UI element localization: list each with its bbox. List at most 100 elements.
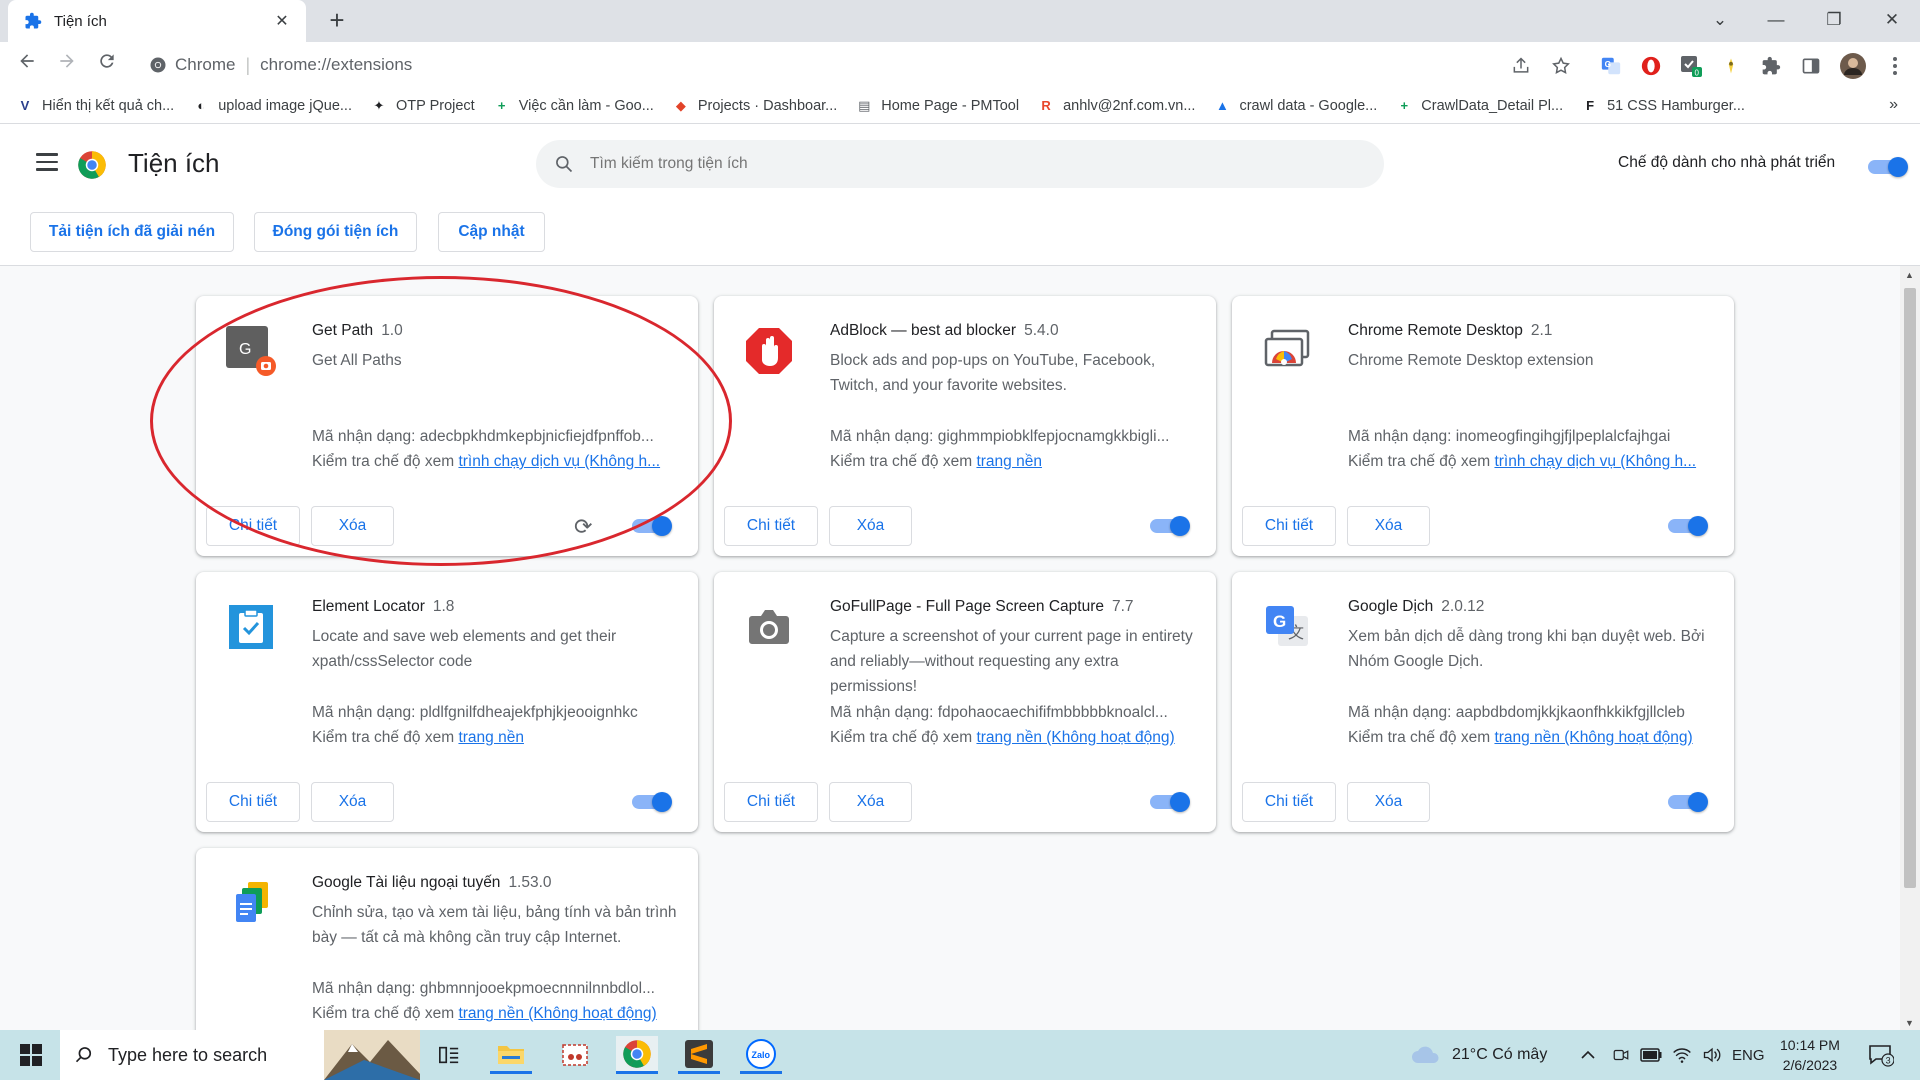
details-button[interactable]: Chi tiết (206, 506, 300, 546)
share-icon[interactable] (1508, 53, 1534, 79)
url-text[interactable]: chrome://extensions (260, 55, 412, 75)
extension-enable-toggle[interactable] (1150, 792, 1190, 812)
extension-name: Element Locator 1.8 (312, 598, 455, 615)
extension-card: AdBlock — best ad blocker 5.4.0 Block ads … (714, 296, 1216, 556)
scrollbar-thumb[interactable] (1904, 288, 1916, 888)
inspect-link[interactable]: trình chạy dịch vụ (Không h... (458, 453, 660, 470)
battery-icon[interactable] (1640, 1030, 1662, 1080)
side-panel-icon[interactable] (1798, 53, 1824, 79)
extension-enable-toggle[interactable] (1668, 516, 1708, 536)
remove-button[interactable]: Xóa (829, 782, 912, 822)
remove-button[interactable]: Xóa (311, 782, 394, 822)
menu-kebab-icon[interactable] (1882, 53, 1908, 79)
close-tab-icon[interactable]: ✕ (272, 11, 292, 31)
inspect-link[interactable]: trang nền (Không hoạt động) (976, 729, 1174, 746)
bookmark-favicon-icon: ▲ (1216, 98, 1229, 113)
inspect-link[interactable]: trang nền (Không hoạt động) (458, 1005, 656, 1022)
tray-chevron-icon[interactable] (1580, 1030, 1596, 1080)
tab-extensions[interactable]: Tiện ích ✕ (8, 0, 306, 42)
inspect-link[interactable]: trình chạy dịch vụ (Không h... (1494, 453, 1696, 470)
remove-button[interactable]: Xóa (829, 506, 912, 546)
scroll-down-icon[interactable]: ▼ (1905, 1018, 1914, 1028)
bookmark-item[interactable]: ◐ upload image jQue... (192, 97, 352, 115)
windows-start-icon[interactable] (10, 1036, 52, 1074)
details-button[interactable]: Chi tiết (1242, 782, 1336, 822)
scrollbar[interactable]: ▲ ▼ (1900, 266, 1920, 1030)
scroll-up-icon[interactable]: ▲ (1905, 270, 1914, 280)
file-explorer-icon[interactable] (490, 1036, 532, 1074)
menu-hamburger-icon[interactable] (36, 153, 58, 171)
svg-text:3: 3 (1886, 1056, 1891, 1066)
bookmarks-bar: V Hiển thị kết quả ch... ◐ upload image jQu… (0, 88, 1920, 124)
reload-extension-icon[interactable]: ⟳ (574, 514, 592, 540)
bookmark-item[interactable]: Ranhlv@2nf.com.vn... (1037, 97, 1195, 115)
bookmark-item[interactable]: ▲ crawl data - Google... (1213, 97, 1377, 115)
tab-search-icon[interactable]: ⌄ (1692, 0, 1748, 40)
extension-enable-toggle[interactable] (1668, 792, 1708, 812)
tab-title: Tiện ích (54, 12, 107, 30)
restore-button[interactable]: ❐ (1806, 0, 1862, 40)
pack-extension-button[interactable]: Đóng gói tiện ích (254, 212, 417, 252)
chrome-taskbar-icon[interactable] (616, 1036, 658, 1074)
extension-enable-toggle[interactable] (1150, 516, 1190, 536)
profile-avatar[interactable] (1840, 53, 1866, 79)
remove-button[interactable]: Xóa (311, 506, 394, 546)
bookmark-item[interactable]: + Việc cần làm - Goo... (493, 97, 654, 115)
zalo-icon[interactable]: Zalo (740, 1036, 782, 1074)
remove-button[interactable]: Xóa (1347, 782, 1430, 822)
meet-now-icon[interactable] (1612, 1030, 1630, 1080)
details-button[interactable]: Chi tiết (206, 782, 300, 822)
bookmark-item[interactable]: F 51 CSS Hamburger... (1581, 97, 1745, 115)
inspect-link[interactable]: trang nền (976, 453, 1042, 470)
bookmark-label: 51 CSS Hamburger... (1607, 97, 1745, 114)
color-picker-ext-icon[interactable] (1718, 53, 1744, 79)
load-unpacked-button[interactable]: Tải tiện ích đã giải nén (30, 212, 234, 252)
remove-button[interactable]: Xóa (1347, 506, 1430, 546)
details-button[interactable]: Chi tiết (1242, 506, 1336, 546)
weather-widget[interactable]: 21°C Có mây (1410, 1030, 1547, 1080)
details-button[interactable]: Chi tiết (724, 506, 818, 546)
address-bar[interactable]: Chrome | chrome://extensions (137, 47, 1527, 83)
bookmark-item[interactable]: V Hiển thị kết quả ch... (16, 97, 175, 115)
extension-enable-toggle[interactable] (632, 792, 672, 812)
search-extensions[interactable] (536, 140, 1384, 188)
wifi-icon[interactable] (1672, 1030, 1692, 1080)
back-button[interactable] (12, 50, 42, 80)
bookmark-item[interactable]: ✦ OTP Project (370, 97, 475, 115)
task-ext-icon[interactable]: 0 (1678, 53, 1704, 79)
bookmark-item[interactable]: + CrawlData_Detail Pl... (1395, 97, 1563, 115)
bookmark-item[interactable]: ◆ Projects · Dashboar... (672, 97, 837, 115)
taskbar-search[interactable]: Type here to search (60, 1030, 420, 1080)
dev-mode-toggle[interactable] (1868, 157, 1908, 177)
svg-text:G: G (239, 341, 251, 358)
search-input[interactable] (590, 155, 1290, 173)
notifications-icon[interactable]: 3 (1868, 1030, 1894, 1080)
inspect-views: Kiểm tra chế độ xem trang nền (312, 729, 524, 746)
google-translate-icon: 文G (1260, 600, 1314, 654)
language-indicator[interactable]: ENG (1732, 1030, 1765, 1080)
opera-ext-icon[interactable] (1638, 53, 1664, 79)
close-window-button[interactable]: ✕ (1864, 0, 1920, 40)
sublime-text-icon[interactable] (678, 1036, 720, 1074)
new-tab-button[interactable]: + (322, 6, 352, 36)
details-button[interactable]: Chi tiết (724, 782, 818, 822)
translate-ext-icon[interactable]: G (1598, 53, 1624, 79)
extension-card: GoFullPage - Full Page Screen Capture 7.7… (714, 572, 1216, 832)
task-view-icon[interactable] (428, 1036, 470, 1074)
bookmark-item[interactable]: ▤ Home Page - PMTool (855, 97, 1019, 115)
clock[interactable]: 10:14 PM 2/6/2023 (1780, 1030, 1840, 1080)
bookmarks-more-icon[interactable]: » (1889, 96, 1898, 114)
volume-icon[interactable] (1702, 1030, 1722, 1080)
minimize-button[interactable]: — (1748, 0, 1804, 40)
update-button[interactable]: Cập nhật (438, 212, 545, 252)
extensions-puzzle-icon[interactable] (1758, 53, 1784, 79)
extension-enable-toggle[interactable] (632, 516, 672, 536)
extension-card: G Get Path 1.0 Get All Paths Mã nhận dạng: a… (196, 296, 698, 556)
forward-button[interactable] (52, 50, 82, 80)
reload-button[interactable] (92, 50, 122, 80)
get-path-icon: G (224, 324, 278, 378)
snipping-tool-icon[interactable] (554, 1036, 596, 1074)
inspect-link[interactable]: trang nền (458, 729, 524, 746)
bookmark-star-icon[interactable] (1548, 53, 1574, 79)
inspect-link[interactable]: trang nền (Không hoạt động) (1494, 729, 1692, 746)
